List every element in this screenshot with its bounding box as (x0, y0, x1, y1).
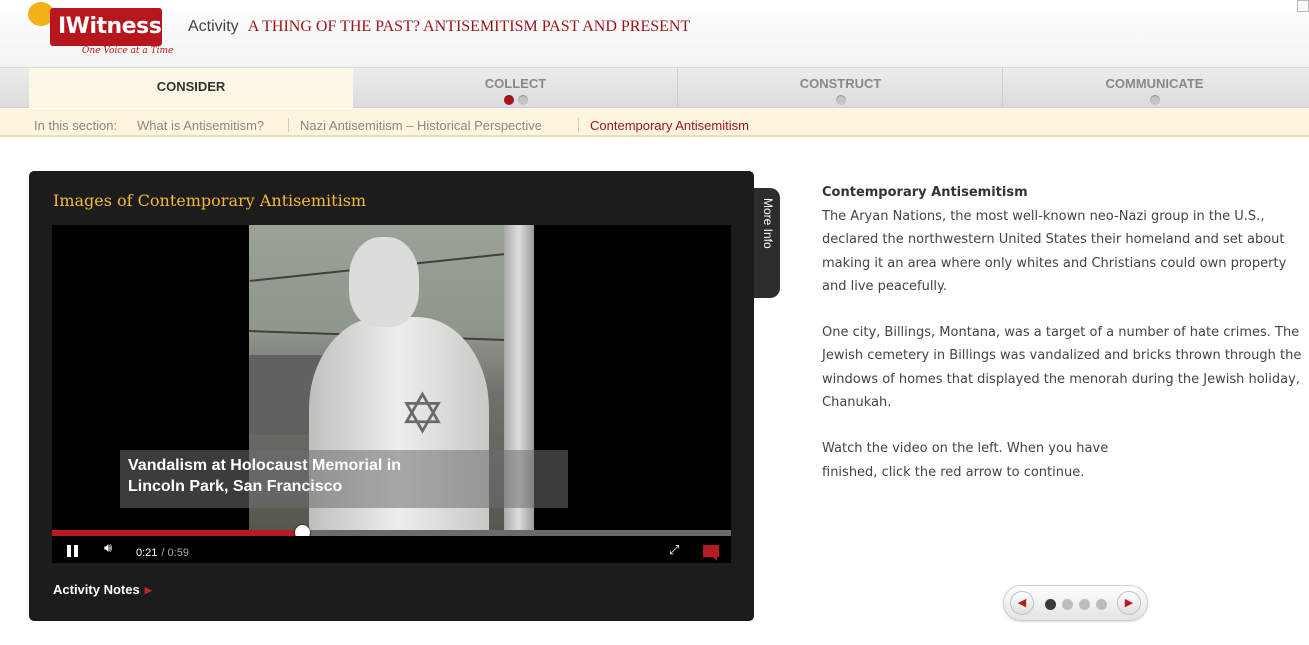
tab-consider[interactable]: CONSIDER (29, 68, 353, 108)
logo-text: IWitness (58, 14, 162, 39)
video-panel: Images of Contemporary Antisemitism ✡ Va… (29, 171, 754, 621)
tab-communicate[interactable]: COMMUNICATE (1004, 68, 1305, 108)
video-caption: Vandalism at Holocaust Memorial in Linco… (120, 450, 568, 508)
panel-title: Images of Contemporary Antisemitism (53, 191, 367, 210)
iwitness-logo[interactable]: IWitness One Voice at a Time (28, 2, 178, 62)
duration: / 0:59 (161, 547, 189, 559)
divider (288, 118, 289, 132)
activity-notes-link[interactable]: Activity Notes ▶ (53, 582, 152, 597)
pause-icon[interactable] (67, 545, 79, 557)
captions-icon[interactable] (703, 545, 719, 561)
player-controls: 🔊︎ 0:21/ 0:59 ⤢ (52, 536, 731, 563)
content-heading: Contemporary Antisemitism (822, 185, 1028, 200)
page-dot[interactable] (1079, 599, 1090, 610)
section-link-contemporary[interactable]: Contemporary Antisemitism (590, 118, 749, 133)
page-dots (1045, 599, 1107, 610)
arrow-right-icon: ▶ (144, 585, 152, 595)
steps-nav: CONSIDER COLLECT CONSTRUCT COMMUNICATE (0, 68, 1309, 108)
graffiti-star-icon: ✡ (399, 382, 446, 447)
activity-name: A THING OF THE PAST? ANTISEMITISM PAST A… (247, 18, 691, 35)
app-header: IWitness One Voice at a Time Activity A … (0, 0, 1309, 68)
current-time: 0:21 (136, 547, 158, 559)
logo-tagline: One Voice at a Time (82, 46, 174, 56)
in-section-label: In this section: (34, 118, 118, 133)
divider (578, 118, 579, 132)
section-link-what-is[interactable]: What is Antisemitism? (137, 118, 264, 133)
tab-collect[interactable]: COLLECT (354, 68, 678, 108)
next-arrow-icon[interactable]: ▶ (1117, 591, 1141, 615)
paragraph: Watch the video on the left. When you ha… (822, 441, 1109, 480)
section-breadcrumb: In this section: What is Antisemitism? N… (0, 109, 1309, 137)
activity-word: Activity (188, 18, 239, 35)
time-display: 0:21/ 0:59 (136, 547, 189, 559)
fullscreen-icon[interactable]: ⤢ (669, 543, 679, 558)
page-dot[interactable] (1062, 599, 1073, 610)
volume-icon[interactable]: 🔊︎ (104, 541, 112, 556)
tab-construct[interactable]: CONSTRUCT (679, 68, 1003, 108)
page-dot[interactable] (1096, 599, 1107, 610)
page-dot[interactable] (1045, 599, 1056, 610)
section-link-nazi[interactable]: Nazi Antisemitism – Historical Perspecti… (300, 118, 542, 133)
step-dot[interactable] (517, 95, 528, 105)
step-dot[interactable] (835, 95, 846, 105)
window-corner (1297, 0, 1309, 12)
activity-title: Activity A THING OF THE PAST? ANTISEMITI… (188, 16, 690, 36)
content-text: Contemporary Antisemitism The Aryan Nati… (822, 183, 1302, 507)
page-navigator: ◀ ▶ (1003, 585, 1148, 621)
step-dot[interactable] (1149, 95, 1160, 105)
paragraph: The Aryan Nations, the most well-known n… (822, 209, 1287, 294)
video-player[interactable]: ✡ Vandalism at Holocaust Memorial in Lin… (52, 225, 731, 563)
prev-arrow-icon[interactable]: ◀ (1010, 591, 1034, 615)
more-info-tab[interactable]: More Info (754, 188, 780, 298)
paragraph: One city, Billings, Montana, was a targe… (822, 325, 1302, 411)
step-dot[interactable] (503, 95, 514, 105)
